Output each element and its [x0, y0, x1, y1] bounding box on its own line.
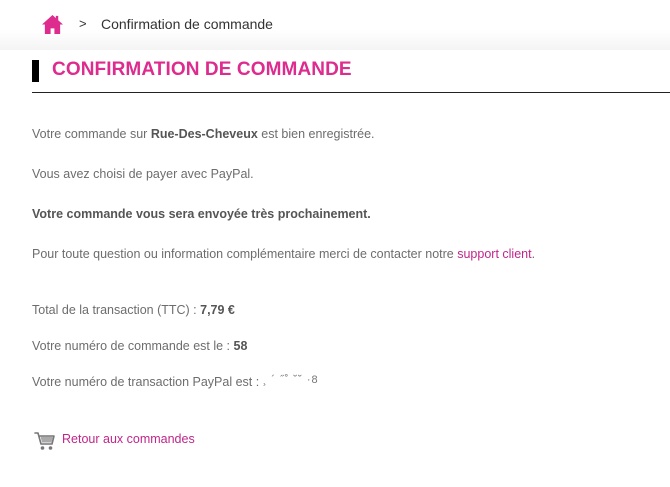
breadcrumb-current: Confirmation de commande: [101, 16, 273, 32]
order-value: 58: [233, 339, 248, 353]
order-number: Votre numéro de commande est le : 58: [32, 339, 247, 353]
support-text: Pour toute question ou information compl…: [32, 247, 458, 261]
payment-method-message: Vous avez choisi de payer avec PayPal.: [32, 167, 254, 181]
paypal-transaction: Votre numéro de transaction PayPal est :…: [32, 374, 319, 389]
page-title: CONFIRMATION DE COMMANDE: [52, 59, 352, 80]
back-to-orders-label[interactable]: Retour aux commandes: [62, 432, 195, 446]
shipping-message: Votre commande vous sera envoyée très pr…: [32, 207, 371, 221]
order-confirmation-page: > Confirmation de commande CONFIRMATION …: [0, 0, 670, 487]
support-text: .: [531, 247, 536, 261]
breadcrumb: > Confirmation de commande: [0, 0, 670, 50]
total-value: 7,79 €: [200, 303, 235, 317]
shop-name: Rue-Des-Cheveux: [150, 127, 258, 141]
title-divider: [32, 92, 670, 93]
home-icon[interactable]: [41, 14, 64, 35]
support-message: Pour toute question ou information compl…: [32, 247, 535, 261]
cart-icon: [34, 432, 55, 450]
paypal-transaction-id-masked: ¸ ´ ˝˚ ˘˘ ·8: [262, 374, 319, 386]
transaction-total: Total de la transaction (TTC) : 7,79 €: [32, 303, 235, 317]
confirmation-message: Votre commande sur Rue-Des-Cheveux est b…: [32, 127, 375, 141]
total-label: Total de la transaction (TTC) :: [32, 303, 201, 317]
paypal-label: Votre numéro de transaction PayPal est :: [32, 375, 263, 389]
breadcrumb-separator: >: [79, 16, 87, 31]
title-accent-bar: [32, 60, 39, 82]
message-text: Votre commande sur: [32, 127, 151, 141]
message-text: est bien enregistrée.: [257, 127, 375, 141]
support-client-link[interactable]: support client: [457, 247, 531, 261]
order-label: Votre numéro de commande est le :: [32, 339, 234, 353]
